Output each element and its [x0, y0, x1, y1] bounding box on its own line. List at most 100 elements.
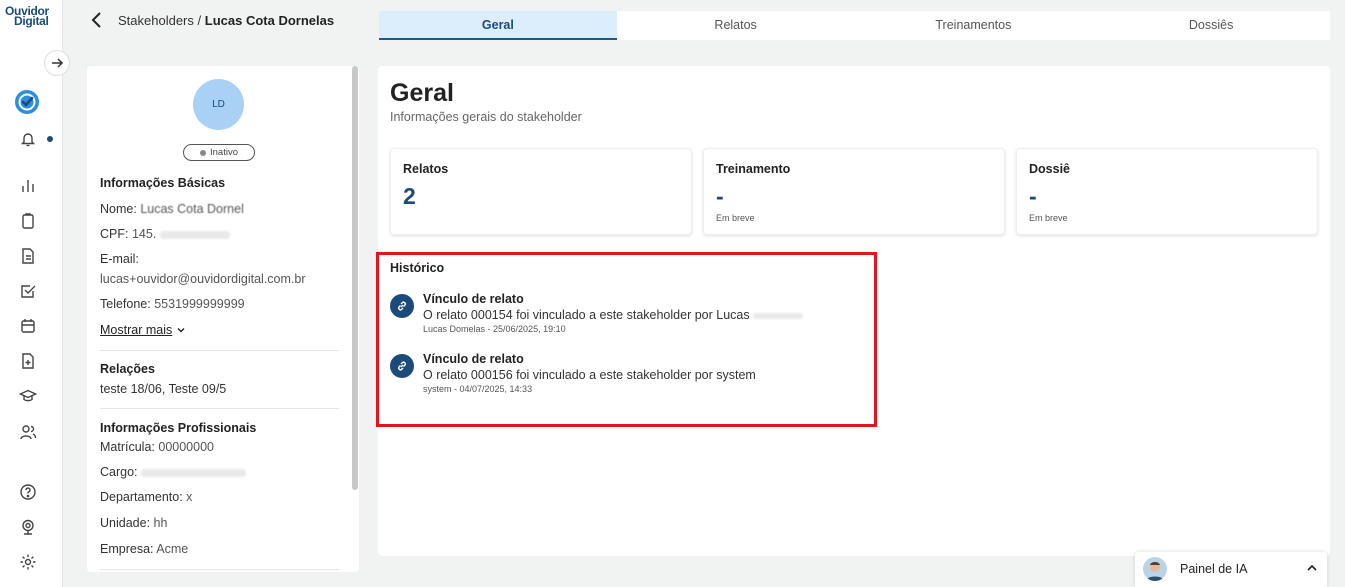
stat-card-title: Treinamento — [716, 162, 791, 176]
page-subtitle: Informações gerais do stakeholder — [390, 110, 582, 124]
webcam-icon[interactable] — [19, 518, 37, 536]
cpf-redaction — [159, 230, 230, 239]
tab-bar: Geral Relatos Treinamentos Dossiês — [379, 11, 1330, 40]
breadcrumb-parent[interactable]: Stakeholders — [118, 13, 194, 28]
tab-geral[interactable]: Geral — [379, 11, 617, 40]
brand-check-icon[interactable] — [14, 89, 40, 115]
page-title: Geral — [390, 79, 454, 107]
name-label: Nome: — [100, 202, 137, 216]
stat-card-value: - — [716, 183, 724, 209]
stat-card-subtext: Em breve — [1029, 213, 1068, 223]
arrow-right-icon — [52, 58, 64, 68]
stat-card-dossie[interactable]: Dossiê - Em breve — [1016, 148, 1318, 235]
unit-label: Unidade: — [100, 516, 151, 530]
name-redaction — [753, 312, 804, 319]
stat-card-title: Dossiê — [1029, 162, 1070, 176]
avatar: LD — [193, 79, 244, 130]
stat-card-relatos[interactable]: Relatos 2 — [390, 148, 692, 235]
history-item-meta: system - 04/07/2025, 14:33 — [423, 384, 533, 394]
stat-card-subtext: Em breve — [716, 213, 755, 223]
relations-value: teste 18/06, Teste 09/5 — [100, 382, 227, 396]
role-redaction — [141, 468, 247, 477]
divider — [100, 569, 339, 570]
history-item-title: Vínculo de relato — [423, 292, 524, 306]
link-icon — [390, 294, 414, 318]
side-rail: Ouvidor Digital — [0, 0, 63, 587]
department-label: Departamento: — [100, 490, 183, 504]
help-icon[interactable] — [19, 483, 37, 501]
checkbox-icon[interactable] — [19, 282, 37, 300]
file-plus-icon[interactable] — [19, 352, 37, 370]
company-field: Empresa: Acme — [100, 542, 188, 556]
breadcrumb-separator: / — [197, 13, 202, 28]
status-label: Inativo — [210, 147, 238, 158]
users-icon[interactable] — [19, 423, 37, 441]
expand-sidebar-button[interactable] — [44, 50, 70, 76]
tab-relatos[interactable]: Relatos — [617, 11, 855, 40]
history-item-description-text: O relato 000154 foi vinculado a este sta… — [423, 308, 750, 322]
unit-value: hh — [153, 516, 168, 530]
history-highlight-box — [376, 252, 877, 427]
basic-info-title: Informações Básicas — [100, 176, 226, 190]
back-arrow-icon[interactable] — [88, 11, 106, 29]
cpf-value: 145. — [131, 227, 157, 241]
chart-icon[interactable] — [19, 177, 37, 195]
history-title: Histórico — [390, 261, 445, 275]
show-more-link[interactable]: Mostrar mais — [100, 323, 186, 337]
profile-card: LD Inativo Informações Básicas Nome: Luc… — [87, 66, 359, 572]
stat-card-value: 2 — [403, 183, 416, 209]
show-more-label: Mostrar mais — [100, 323, 173, 337]
phone-field: Telefone: 5531999999999 — [100, 297, 245, 311]
relations-title: Relações — [100, 362, 155, 376]
divider — [100, 408, 339, 409]
professional-info-title: Informações Profissionais — [100, 421, 257, 435]
cpf-label: CPF: — [100, 227, 129, 241]
app-logo[interactable]: Ouvidor Digital — [5, 5, 55, 27]
main-panel: Geral Informações gerais do stakeholder … — [376, 66, 1330, 556]
history-item-description: O relato 000154 foi vinculado a este sta… — [423, 308, 804, 322]
company-label: Empresa: — [100, 542, 154, 556]
history-item-title: Vínculo de relato — [423, 352, 524, 366]
company-value: Acme — [156, 542, 189, 556]
bell-icon[interactable] — [19, 130, 37, 148]
graduation-cap-icon[interactable] — [19, 387, 37, 405]
ai-assistant-avatar — [1143, 557, 1167, 581]
phone-label: Telefone: — [100, 297, 151, 311]
divider — [100, 350, 339, 351]
tab-treinamentos[interactable]: Treinamentos — [855, 11, 1093, 40]
breadcrumb: Stakeholders / Lucas Cota Dornelas — [118, 13, 334, 28]
role-label: Cargo: — [100, 465, 138, 479]
gear-icon[interactable] — [19, 553, 37, 571]
role-field: Cargo: — [100, 465, 247, 479]
breadcrumb-current: Lucas Cota Dornelas — [204, 13, 335, 28]
profile-scrollbar[interactable] — [352, 66, 358, 490]
registration-label: Matrícula: — [100, 440, 155, 454]
stat-card-title: Relatos — [403, 162, 449, 176]
name-field: Nome: Lucas Cota Dornel — [100, 202, 244, 216]
stat-card-treinamento[interactable]: Treinamento - Em breve — [703, 148, 1005, 235]
link-icon — [390, 354, 414, 378]
phone-value: 5531999999999 — [154, 297, 245, 311]
clipboard-icon[interactable] — [19, 212, 37, 230]
cpf-field: CPF: 145. — [100, 227, 230, 241]
calendar-icon[interactable] — [19, 317, 37, 335]
document-icon[interactable] — [19, 247, 37, 265]
status-dot — [200, 149, 206, 156]
registration-value: 00000000 — [158, 440, 214, 454]
registration-field: Matrícula: 00000000 — [100, 440, 214, 454]
chevron-down-icon — [177, 328, 185, 333]
unit-field: Unidade: hh — [100, 516, 167, 530]
history-item-description: O relato 000156 foi vinculado a este sta… — [423, 368, 756, 382]
chevron-up-icon — [1307, 564, 1317, 571]
department-value: x — [186, 490, 193, 504]
department-field: Departamento: x — [100, 490, 192, 504]
email-text: lucas+ouvidor@ouvidordigital.com.br — [100, 272, 306, 286]
ai-panel-label: Painel de IA — [1180, 562, 1248, 576]
tab-dossies[interactable]: Dossiês — [1092, 11, 1330, 40]
ai-panel-toggle[interactable]: Painel de IA — [1135, 552, 1327, 587]
name-value: Lucas Cota Dornel — [140, 202, 244, 216]
stat-card-value: - — [1029, 183, 1037, 209]
history-item-meta: Lucas Domelas - 25/06/2025, 19:10 — [423, 324, 566, 334]
notification-dot — [47, 136, 53, 142]
email-label: E-mail: — [100, 252, 139, 266]
